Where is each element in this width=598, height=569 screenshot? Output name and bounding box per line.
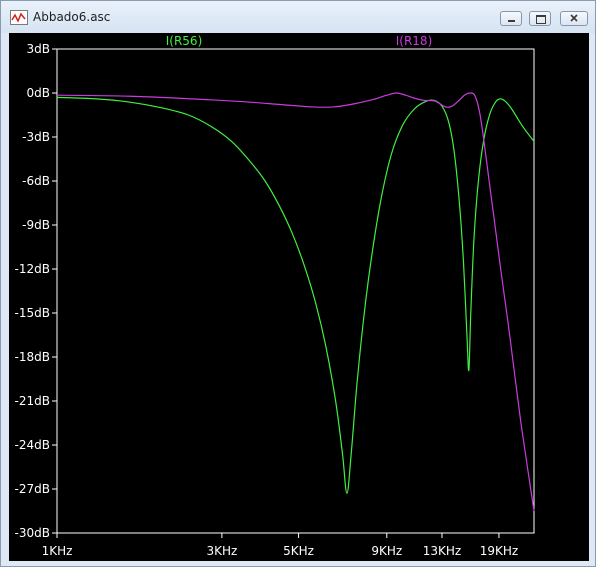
- series-line-1: [56, 96, 535, 495]
- title-bar[interactable]: Abbado6.asc: [1, 1, 595, 33]
- y-tick-label: 3dB: [27, 42, 50, 56]
- close-button[interactable]: [560, 11, 588, 26]
- minimize-icon: [508, 20, 515, 22]
- y-tick-label: -6dB: [22, 174, 50, 188]
- x-tick-label: 3KHz: [206, 544, 237, 558]
- y-tick-label: -12dB: [15, 262, 50, 276]
- window-title: Abbado6.asc: [33, 10, 111, 24]
- y-tick-label: -24dB: [15, 438, 50, 452]
- x-tick-label: 13KHz: [423, 544, 461, 558]
- legend-entry-1: I(R56): [166, 34, 203, 48]
- y-tick-label: -18dB: [15, 350, 50, 364]
- minimize-button[interactable]: [500, 11, 522, 26]
- waveform-window: Abbado6.asc 3dB 0dB -3dB -6dB -9dB -12dB -15dB…: [0, 0, 596, 567]
- legend-entry-2: I(R18): [396, 34, 433, 48]
- y-tick-label: -3dB: [22, 130, 50, 144]
- series-layer: [56, 92, 535, 512]
- plot-pane[interactable]: 3dB 0dB -3dB -6dB -9dB -12dB -15dB -18dB -21dB -2…: [9, 33, 589, 561]
- y-tick-label: -21dB: [15, 394, 50, 408]
- y-tick-label: -27dB: [15, 482, 50, 496]
- axes-layer: 3dB 0dB -3dB -6dB -9dB -12dB -15dB -18dB -21dB -2…: [15, 42, 535, 558]
- y-tick-label: -15dB: [15, 306, 50, 320]
- frequency-response-chart[interactable]: 3dB 0dB -3dB -6dB -9dB -12dB -15dB -18dB -21dB -2…: [9, 33, 589, 561]
- x-tick-label: 1KHz: [42, 544, 73, 558]
- y-tick-label: -30dB: [15, 526, 50, 540]
- x-tick-label: 5KHz: [283, 544, 314, 558]
- series-line-2: [56, 92, 535, 512]
- legend-layer: I(R56) I(R18): [166, 34, 433, 48]
- x-tick-label: 9KHz: [371, 544, 402, 558]
- maximize-icon: [536, 15, 546, 24]
- close-icon: [570, 14, 578, 22]
- x-tick-label: 19KHz: [480, 544, 518, 558]
- waveform-app-icon[interactable]: [10, 10, 28, 25]
- maximize-button[interactable]: [529, 11, 551, 26]
- plot-frame: [56, 48, 535, 534]
- y-tick-label: -9dB: [22, 218, 50, 232]
- y-tick-label: 0dB: [27, 86, 50, 100]
